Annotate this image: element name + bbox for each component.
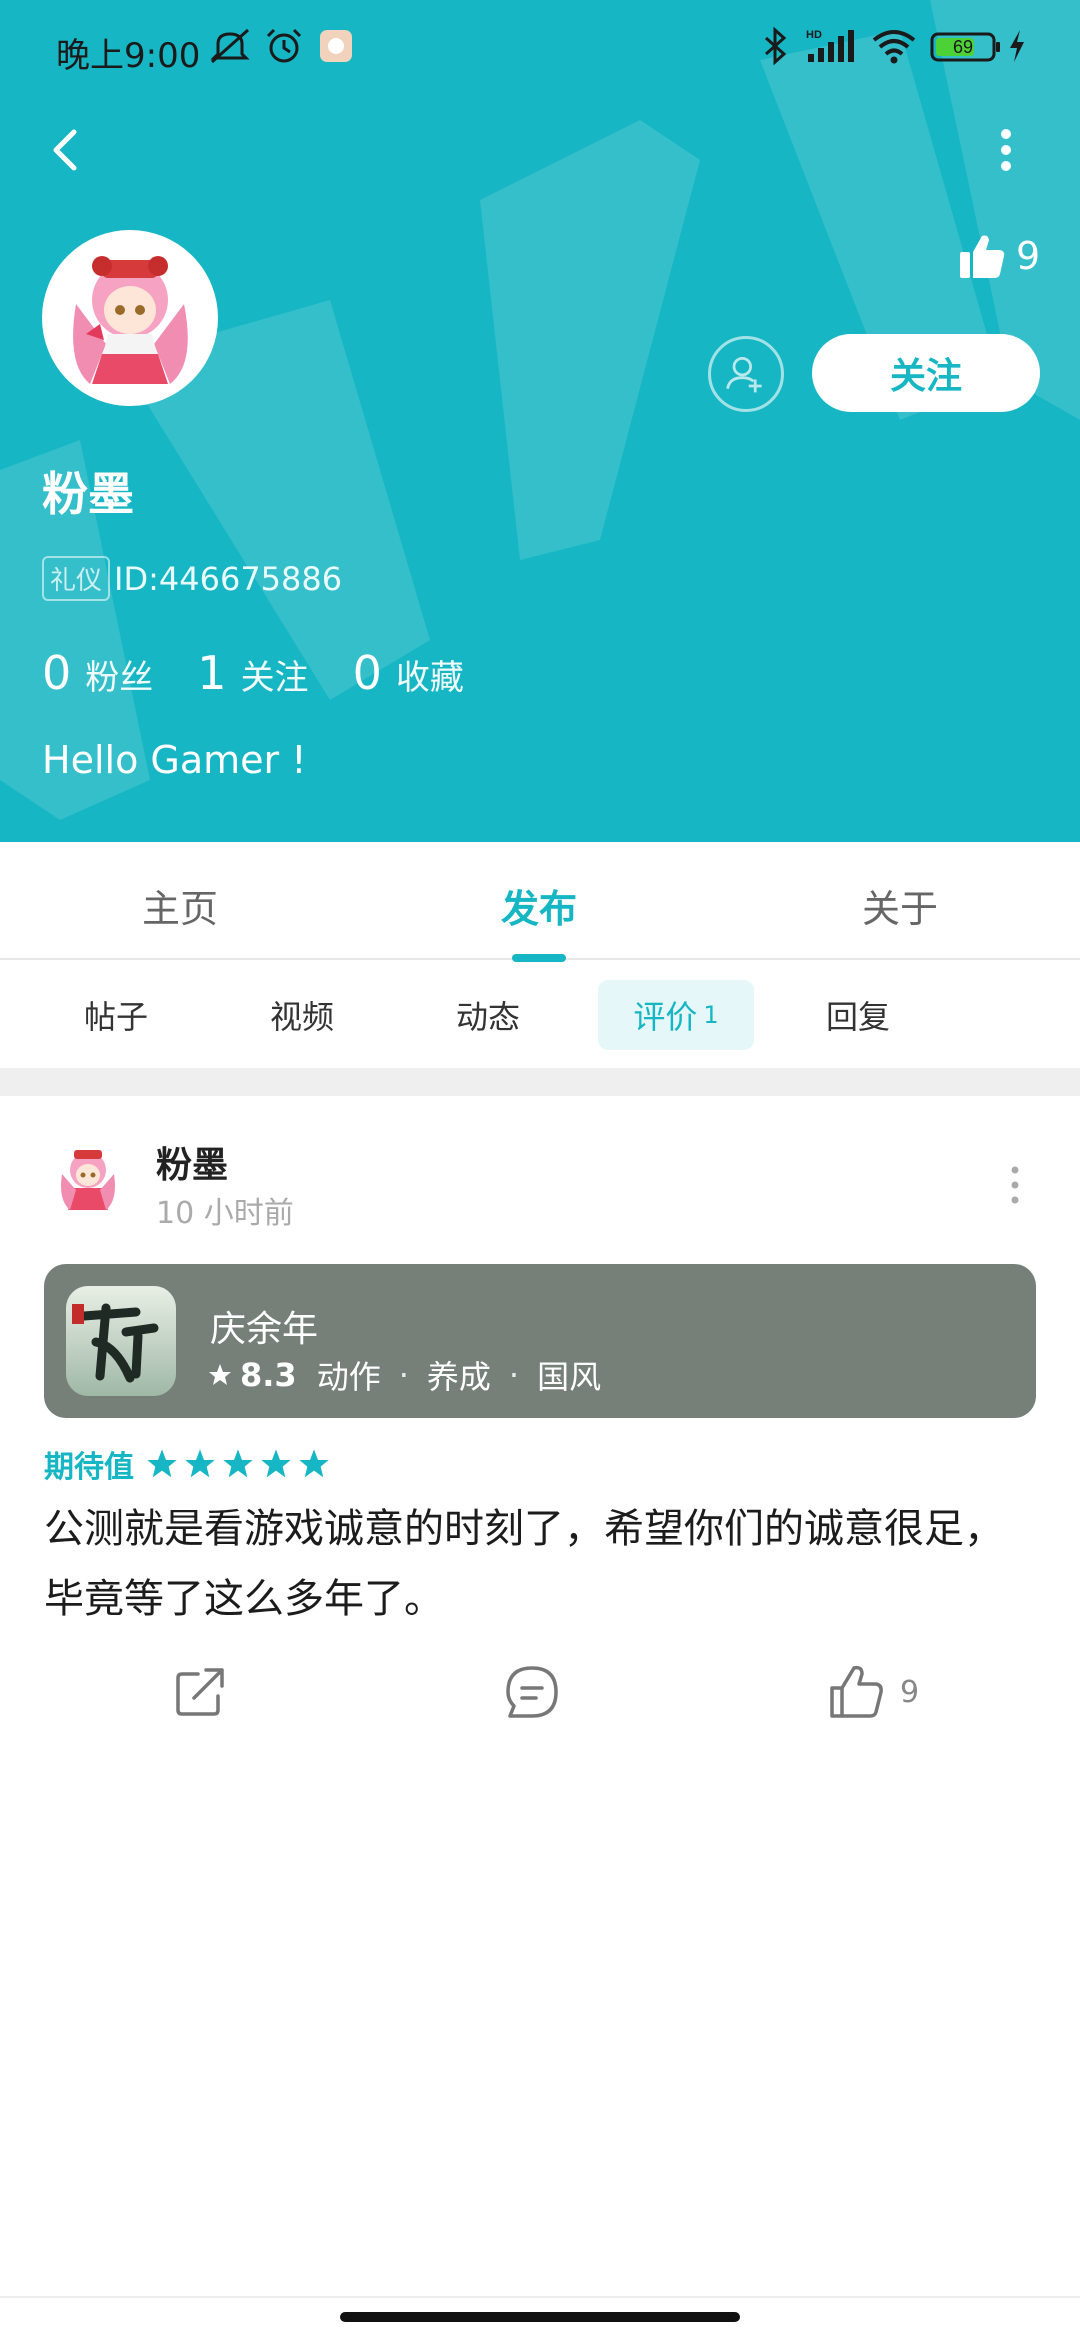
subtab-threads-label: 帖子 [83,998,148,1036]
rating-star-icon [299,1449,329,1478]
review-text: 公测就是看游戏诚意的时刻了，希望你们的诚意很足，毕竟等了这么多年了。 [44,1506,1004,1622]
like-button[interactable]: 9 [826,1660,919,1724]
game-tag: 动作 [316,1358,381,1396]
game-tag: 养成 [426,1358,491,1396]
profile-like-count[interactable]: 9 [958,230,1040,282]
stat-following-count: 1 [197,646,227,700]
tag-separator: · [508,1356,520,1394]
status-bar: 晚上9:00 HD 69 [0,0,1080,96]
profile-header: 晚上9:00 HD 69 9 关注 粉墨 礼仪 ID:446675886 0 粉… [0,0,1080,842]
expectation-rating: 期待值 [44,1442,336,1486]
like-count: 9 [1016,234,1041,278]
subtab-moments[interactable]: 动态 [428,980,548,1050]
review-time: 10 小时前 [156,1196,294,1231]
back-button[interactable] [36,120,96,180]
tab-indicator [512,954,566,962]
game-tag: 国风 [537,1358,602,1396]
rating-star-icon [147,1449,177,1478]
review-avatar-image [48,1138,128,1218]
mute-icon [210,28,250,64]
game-logo-icon [66,1286,176,1396]
rating-star-icon [223,1449,253,1478]
bio: Hello Gamer ! [42,738,307,782]
thumb-up-icon [830,1665,883,1718]
charging-icon [1010,30,1024,62]
main-tabs: 主页 发布 关于 [0,842,1080,962]
subtab-videos-label: 视频 [269,998,334,1036]
avatar-image [46,234,214,402]
review-card[interactable]: 粉墨 10 小时前 庆余年 8.3 动作 · 养成 · 国风 期待值 公测就是看… [0,1096,1080,1786]
star-icon [209,1364,231,1385]
comment-icon [506,1666,558,1718]
alarm-icon [266,28,302,63]
watermark-logo [0,0,1080,820]
user-id: ID:446675886 [114,559,343,598]
subtab-threads[interactable]: 帖子 [56,980,176,1050]
stat-fans-label: 粉丝 [85,658,154,698]
nav-divider [0,2296,1080,2298]
tab-posts[interactable]: 发布 [501,878,577,933]
user-id-row: 礼仪 ID:446675886 [42,556,342,601]
wifi-icon [872,30,916,64]
rating-star-icon [261,1449,291,1478]
stat-following-label: 关注 [240,658,309,698]
app-notification-icon [320,30,352,62]
bluetooth-icon [765,26,787,66]
game-rating: 8.3 [240,1356,297,1394]
subtab-reviews[interactable]: 评价 1 [598,980,754,1050]
comment-button[interactable] [502,1660,562,1724]
game-icon [66,1286,176,1396]
subtab-reviews-count: 1 [703,1001,719,1029]
subtab-moments-label: 动态 [455,998,520,1036]
stat-favorites-label: 收藏 [395,658,464,698]
stat-fans-count: 0 [42,646,72,700]
section-divider [0,1068,1080,1096]
signal-icon: HD [806,29,854,62]
review-actions: 9 [0,1660,1080,1730]
tab-home[interactable]: 主页 [142,878,218,933]
battery-icon: 69 [930,32,1000,62]
add-friend-button[interactable] [708,336,784,412]
avatar[interactable] [42,230,218,406]
share-icon [176,1668,224,1716]
stats-row: 0 粉丝 1 关注 0 收藏 [42,646,508,700]
svg-text:69: 69 [953,37,973,57]
review-like-count: 9 [900,1674,920,1710]
share-button[interactable] [170,1660,230,1724]
subtab-reviews-label: 评价 [633,998,698,1036]
subtab-videos[interactable]: 视频 [242,980,362,1050]
more-options-button[interactable] [976,120,1036,180]
review-more-button[interactable] [1000,1160,1030,1210]
expectation-label: 期待值 [44,1450,134,1485]
home-indicator[interactable] [340,2312,740,2322]
tab-about[interactable]: 关于 [862,878,938,933]
game-card[interactable]: 庆余年 8.3 动作 · 养成 · 国风 [44,1264,1036,1418]
thumb-up-icon [960,235,1005,278]
svg-text:HD: HD [806,29,822,41]
stat-following[interactable]: 1 关注 [197,646,308,700]
game-meta: 8.3 动作 · 养成 · 国风 [208,1352,601,1398]
etiquette-badge[interactable]: 礼仪 [42,556,111,601]
stat-fans[interactable]: 0 粉丝 [42,646,153,700]
subtab-replies-label: 回复 [825,998,890,1036]
review-author-name[interactable]: 粉墨 [156,1136,228,1188]
game-name: 庆余年 [210,1309,319,1350]
follow-button[interactable]: 关注 [812,334,1040,412]
sub-tabs: 帖子 视频 动态 评价 1 回复 [0,962,1080,1068]
rating-stars [146,1448,336,1480]
subtab-replies[interactable]: 回复 [798,980,918,1050]
status-time: 晚上9:00 [56,36,201,76]
stat-favorites[interactable]: 0 收藏 [353,646,464,700]
tag-separator: · [398,1356,409,1394]
username: 粉墨 [42,467,134,521]
rating-star-icon [185,1449,215,1478]
review-author-avatar[interactable] [48,1138,128,1218]
stat-favorites-count: 0 [352,646,382,700]
